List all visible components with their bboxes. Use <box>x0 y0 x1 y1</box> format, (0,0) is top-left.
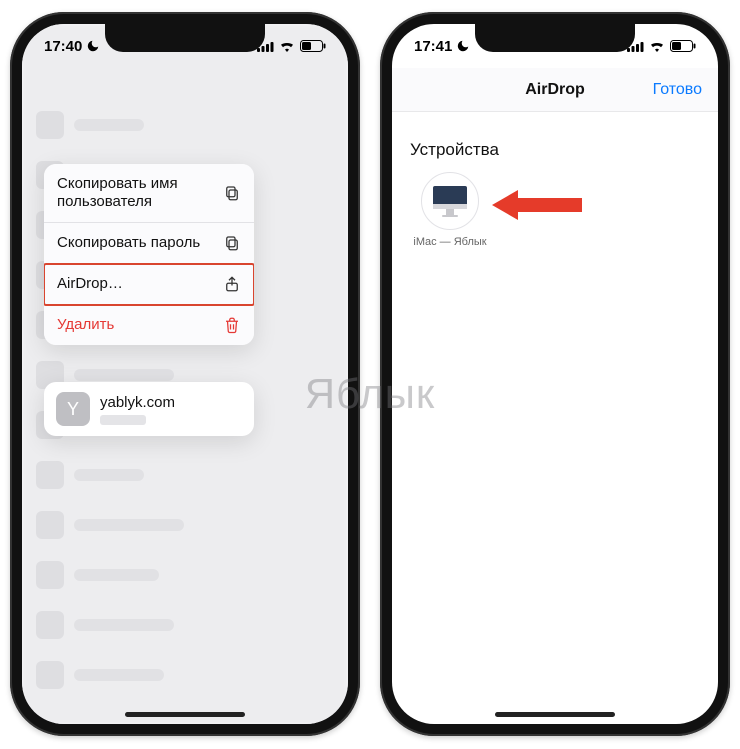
home-indicator[interactable] <box>495 712 615 717</box>
menu-delete[interactable]: Удалить <box>44 305 254 345</box>
moon-icon <box>86 39 100 53</box>
done-button[interactable]: Готово <box>653 81 702 99</box>
menu-copy-password[interactable]: Скопировать пароль <box>44 223 254 264</box>
devices-section-label: Устройства <box>410 140 499 160</box>
red-arrow-annotation <box>492 184 582 226</box>
menu-label: AirDrop… <box>57 275 123 293</box>
context-menu: Скопировать имя пользователя Скопировать… <box>44 164 254 345</box>
device-name: iMac — Яблык <box>410 236 490 249</box>
nav-title: AirDrop <box>525 81 585 99</box>
notch <box>105 24 265 52</box>
site-preview-card[interactable]: Y yablyk.com <box>44 382 254 436</box>
status-time: 17:41 <box>414 38 452 55</box>
device-icon <box>421 172 479 230</box>
dim-overlay <box>22 24 348 724</box>
screen-left: 17:40 Скопировать имя пользователя Скопи… <box>22 24 348 724</box>
battery-icon <box>670 40 696 52</box>
trash-icon <box>223 316 241 334</box>
menu-copy-username[interactable]: Скопировать имя пользователя <box>44 164 254 223</box>
menu-label: Скопировать пароль <box>57 234 200 252</box>
site-domain: yablyk.com <box>100 394 175 411</box>
moon-icon <box>456 39 470 53</box>
imac-icon <box>430 184 470 218</box>
airdrop-device[interactable]: iMac — Яблык <box>410 172 490 249</box>
nav-bar: AirDrop Готово <box>392 68 718 112</box>
copy-icon <box>223 184 241 202</box>
wifi-icon <box>279 40 295 52</box>
site-favicon: Y <box>56 392 90 426</box>
home-indicator[interactable] <box>125 712 245 717</box>
wifi-icon <box>649 40 665 52</box>
iphone-right-frame: 17:41 AirDrop Готово Устройства <box>380 12 730 736</box>
menu-airdrop[interactable]: AirDrop… <box>44 264 254 305</box>
notch <box>475 24 635 52</box>
share-icon <box>223 275 241 293</box>
copy-icon <box>223 234 241 252</box>
site-subtext-redacted <box>100 415 146 425</box>
menu-label: Удалить <box>57 316 114 334</box>
status-time: 17:40 <box>44 38 82 55</box>
menu-label: Скопировать имя пользователя <box>57 175 213 211</box>
iphone-left-frame: 17:40 Скопировать имя пользователя Скопи… <box>10 12 360 736</box>
screen-right: 17:41 AirDrop Готово Устройства <box>392 24 718 724</box>
battery-icon <box>300 40 326 52</box>
